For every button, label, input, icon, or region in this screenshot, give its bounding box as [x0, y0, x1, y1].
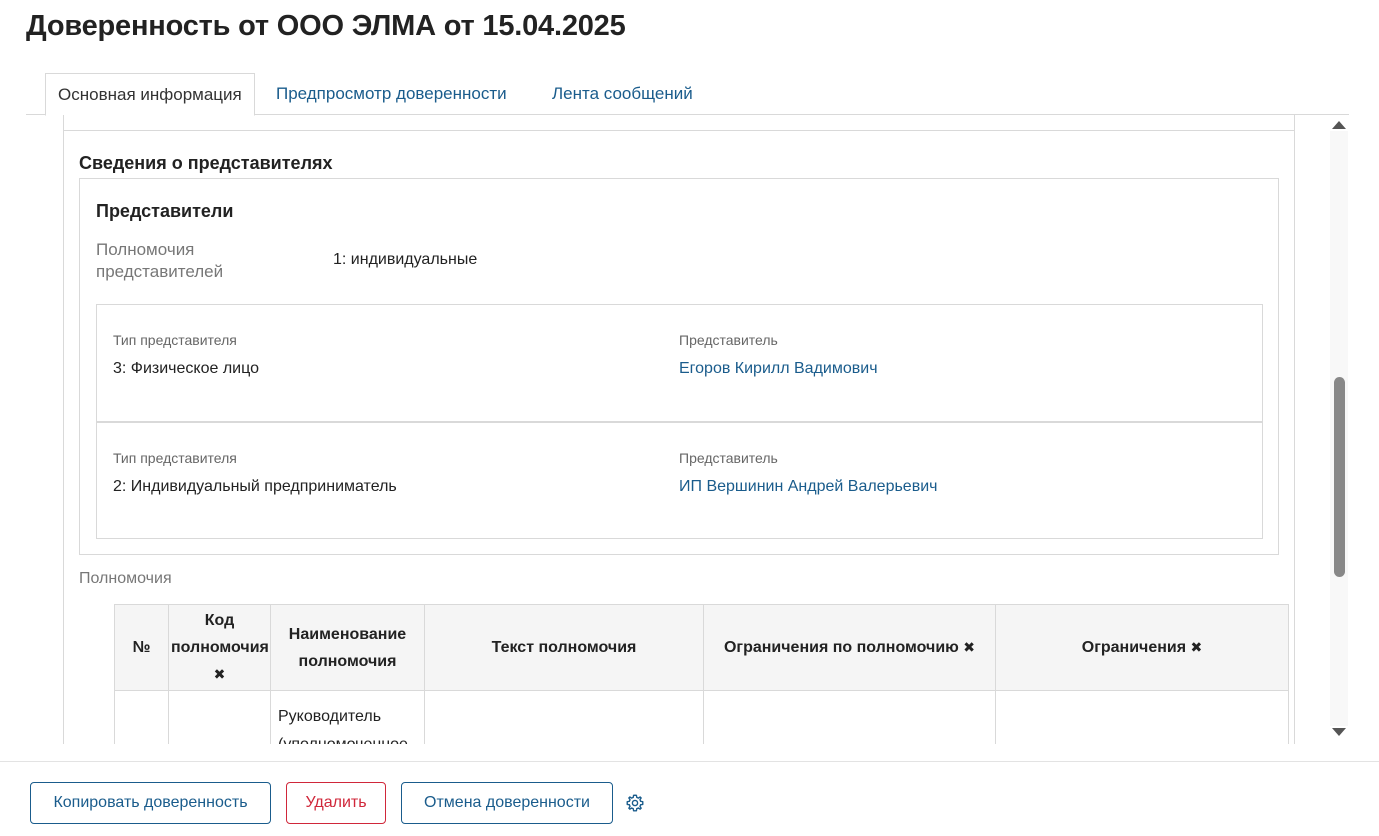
powers-label: Полномочия представителей [96, 240, 224, 281]
scroll-down-arrow-icon[interactable] [1332, 728, 1346, 736]
gear-icon[interactable] [625, 793, 645, 813]
column-header-code[interactable]: Код полномочия ✖ [168, 604, 271, 691]
column-header-name[interactable]: Наименование полномочия [270, 604, 425, 691]
powers-section-label: Полномочия [79, 570, 172, 587]
rep-type-value: 3: Физическое лицо [113, 360, 259, 377]
representative-row: Тип представителя 3: Физическое лицо Пре… [96, 304, 1263, 422]
tab-main-info[interactable]: Основная информация [45, 73, 255, 116]
table-cell [168, 690, 271, 744]
scrollbar-thumb[interactable] [1334, 377, 1345, 577]
rep-link[interactable]: ИП Вершинин Андрей Валерьевич [679, 478, 937, 496]
copy-proxy-button[interactable]: Копировать доверенность [30, 782, 271, 824]
column-header-power-restrictions[interactable]: Ограничения по полномочию ✖ [703, 604, 996, 691]
page-title: Доверенность от ООО ЭЛМА от 15.04.2025 [26, 10, 626, 42]
rep-type-value: 2: Индивидуальный предприниматель [113, 478, 397, 495]
rep-label: Представитель [679, 450, 778, 466]
rep-link[interactable]: Егоров Кирилл Вадимович [679, 360, 878, 378]
column-header-restrictions[interactable]: Ограничения ✖ [995, 604, 1289, 691]
table-cell [114, 690, 169, 744]
scroll-up-arrow-icon[interactable] [1332, 121, 1346, 129]
delete-button[interactable]: Удалить [286, 782, 386, 824]
footer-actions: Копировать доверенность Удалить Отмена д… [0, 761, 1379, 836]
rep-label: Представитель [679, 332, 778, 348]
rep-type-label: Тип представителя [113, 332, 237, 348]
representatives-title: Представители [96, 201, 234, 221]
rep-type-label: Тип представителя [113, 450, 237, 466]
column-header-text[interactable]: Текст полномочия [424, 604, 704, 691]
table-cell [703, 690, 996, 744]
pin-icon[interactable]: ✖ [1191, 639, 1203, 655]
pin-icon[interactable]: ✖ [963, 639, 975, 655]
tab-message-feed[interactable]: Лента сообщений [552, 73, 693, 115]
divider [63, 130, 1295, 131]
representatives-box: Представители Полномочия представителей … [79, 178, 1279, 555]
representative-row: Тип представителя 2: Индивидуальный пред… [96, 422, 1263, 539]
table-cell [995, 690, 1289, 744]
main-content: Сведения о представителях Представители … [26, 115, 1330, 744]
table-row[interactable]: Руководитель (уполномоченное [114, 690, 1289, 744]
section-title: Сведения о представителях [79, 153, 333, 173]
cancel-proxy-button[interactable]: Отмена доверенности [401, 782, 613, 824]
pin-icon[interactable]: ✖ [214, 666, 226, 682]
powers-value: 1: индивидуальные [333, 251, 478, 268]
tab-preview[interactable]: Предпросмотр доверенности [276, 73, 507, 115]
table-cell [424, 690, 704, 744]
column-header-number[interactable]: № [114, 604, 169, 691]
powers-table: № Код полномочия ✖ Наименование полномочи… [114, 604, 1289, 744]
table-cell: Руководитель (уполномоченное [270, 690, 425, 744]
tab-bar: Основная информация Предпросмотр доверен… [26, 73, 1349, 116]
